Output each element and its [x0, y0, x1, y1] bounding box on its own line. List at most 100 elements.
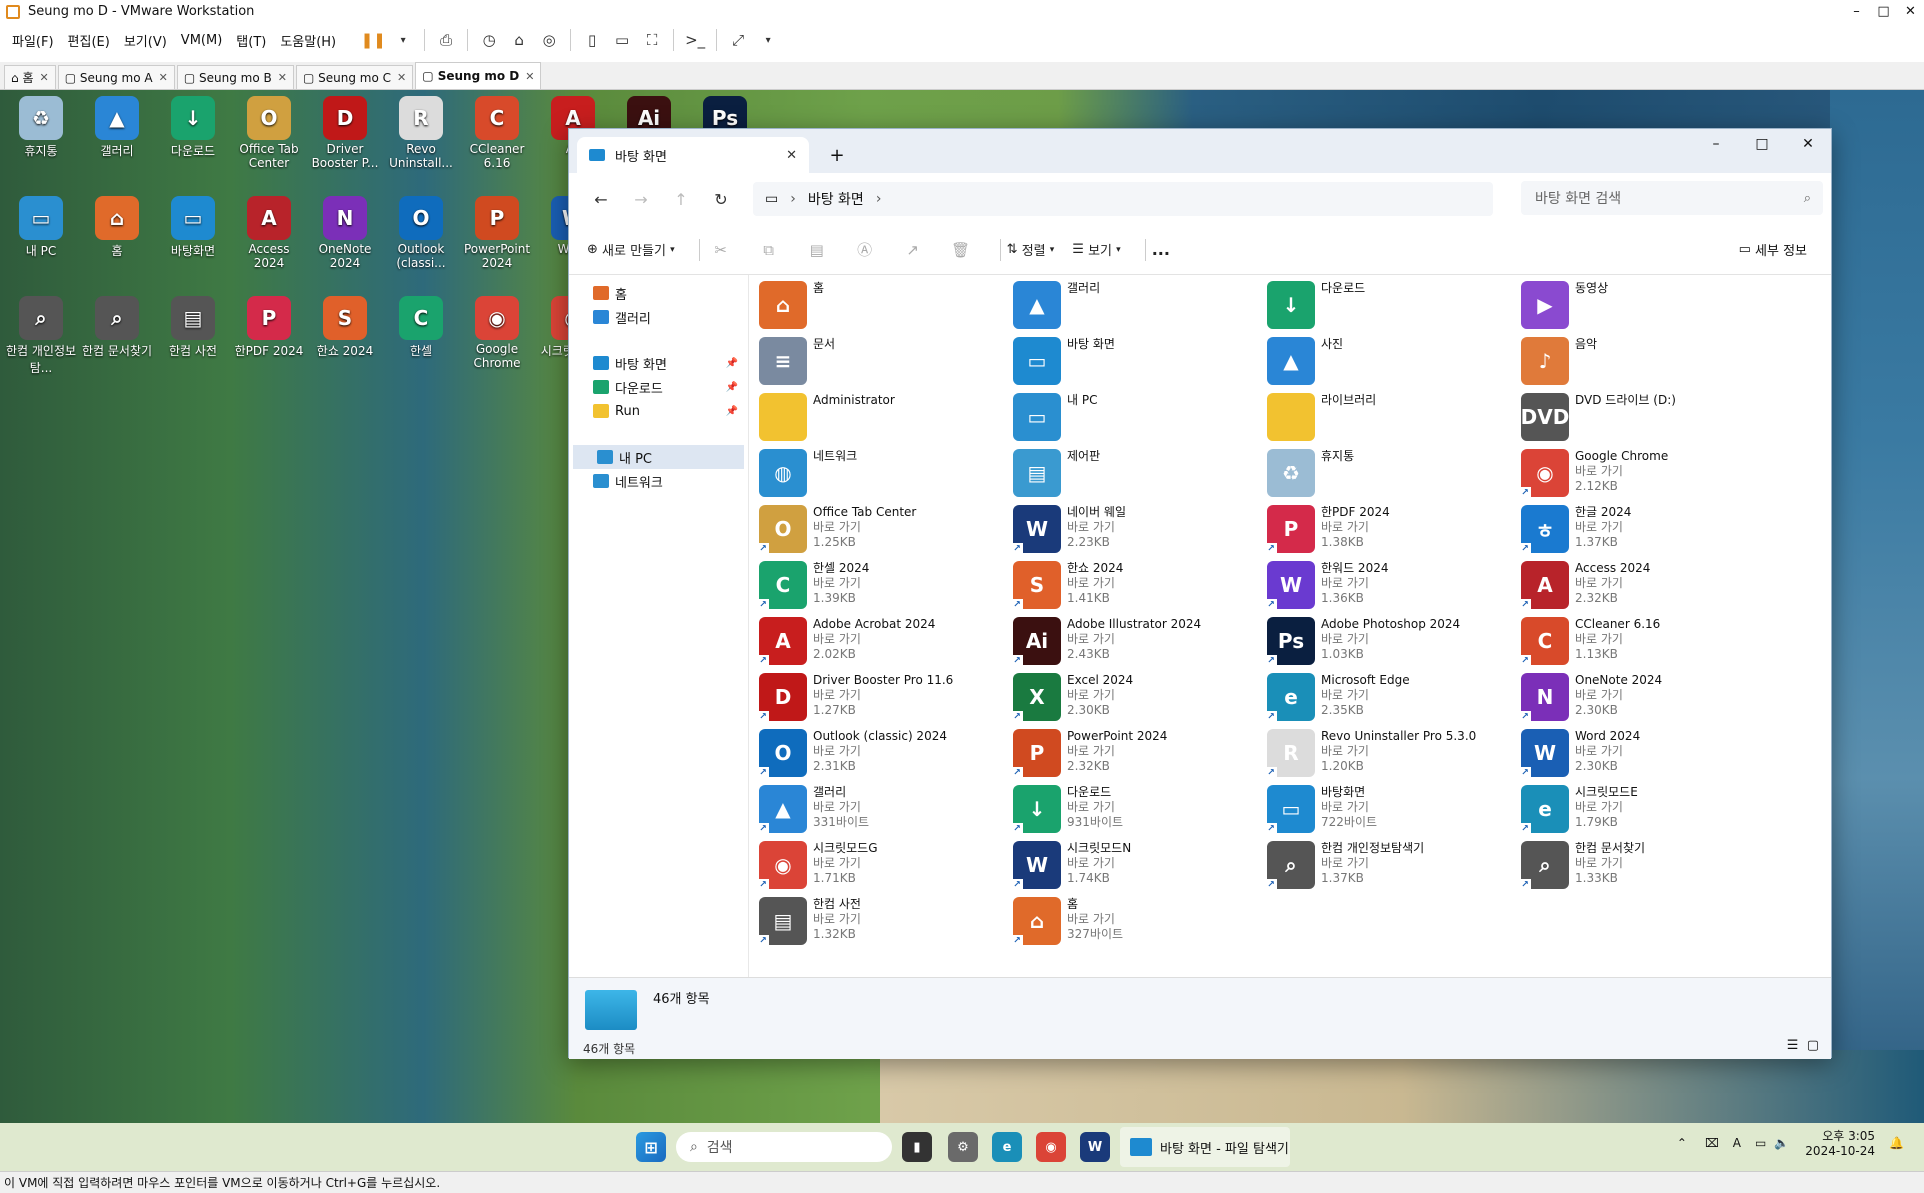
usb-icon[interactable]: ⌧ [1705, 1136, 1719, 1150]
close-icon[interactable]: ✕ [397, 71, 406, 84]
chevron-up-icon[interactable]: ⌃ [1677, 1136, 1687, 1150]
tab-seung-mo-b[interactable]: ▢ Seung mo B ✕ [176, 65, 294, 89]
file-item[interactable]: A ↗ Access 2024 바로 가기 2.32KB [1519, 561, 1771, 615]
desktop-icon[interactable]: ◉ Google Chrome [460, 296, 534, 370]
pause-icon[interactable]: ❚❚ [358, 27, 388, 53]
file-item[interactable]: ⌂ ↗ 홈 바로 가기 327바이트 [1011, 897, 1263, 951]
new-button[interactable]: ⊕ 새로 만들기 ▾ [587, 240, 675, 259]
desktop-icon[interactable]: ♻ 휴지통 [4, 96, 78, 159]
close-button[interactable]: ✕ [1897, 0, 1924, 23]
file-item[interactable]: ≡ 문서 [759, 337, 1009, 391]
settings-icon[interactable]: ⚙ [948, 1132, 978, 1162]
notification-bell-icon[interactable]: 🔔 [1889, 1136, 1904, 1150]
file-item[interactable]: ◉ ↗ Google Chrome 바로 가기 2.12KB [1519, 449, 1771, 503]
file-item[interactable]: ▤ ↗ 한컴 사전 바로 가기 1.32KB [757, 897, 1009, 951]
file-item[interactable]: N ↗ OneNote 2024 바로 가기 2.30KB [1519, 673, 1771, 727]
back-arrow-icon[interactable]: ← [581, 190, 621, 209]
edge-icon[interactable]: e [992, 1132, 1022, 1162]
desktop-icon[interactable]: ↓ 다운로드 [156, 96, 230, 159]
desktop-icon[interactable]: ▭ 내 PC [4, 196, 78, 259]
file-item[interactable]: W ↗ 시크릿모드N 바로 가기 1.74KB [1011, 841, 1263, 895]
nav-item[interactable]: 갤러리 [569, 305, 748, 329]
breadcrumb[interactable]: ▭ › 바탕 화면 › [753, 182, 1493, 216]
desktop-icon[interactable]: ⌕ 한컴 문서찾기 [80, 296, 154, 359]
file-item[interactable]: 라이브러리 [1267, 393, 1517, 447]
refresh-icon[interactable]: ↻ [701, 190, 741, 209]
file-item[interactable]: D ↗ Driver Booster Pro 11.6 바로 가기 1.27KB [757, 673, 1009, 727]
breadcrumb-item[interactable]: 바탕 화면 [808, 189, 864, 209]
up-arrow-icon[interactable]: ↑ [661, 190, 701, 209]
send-keys-icon[interactable]: ⎙ [431, 27, 461, 53]
network-icon[interactable]: ▭ [1755, 1136, 1766, 1150]
file-item[interactable]: C ↗ CCleaner 6.16 바로 가기 1.13KB [1519, 617, 1771, 671]
nav-item[interactable]: Run 📌 [569, 399, 748, 423]
stretch-guest-icon[interactable]: ⤢ [723, 27, 753, 53]
file-item[interactable]: W ↗ Word 2024 바로 가기 2.30KB [1519, 729, 1771, 783]
file-item[interactable]: P ↗ 한PDF 2024 바로 가기 1.38KB [1265, 505, 1517, 559]
rename-icon[interactable]: Ⓐ [850, 235, 880, 265]
file-item[interactable]: C ↗ 한셀 2024 바로 가기 1.39KB [757, 561, 1009, 615]
file-item[interactable]: Ps ↗ Adobe Photoshop 2024 바로 가기 1.03KB [1265, 617, 1517, 671]
taskbar-file-explorer[interactable]: 바탕 화면 - 파일 탐색기 [1120, 1127, 1290, 1167]
cut-icon[interactable]: ✂ [706, 235, 736, 265]
menu-file[interactable]: 파일(F) [12, 31, 54, 50]
file-item[interactable]: O ↗ Office Tab Center 바로 가기 1.25KB [757, 505, 1009, 559]
menu-edit[interactable]: 편집(E) [68, 31, 110, 50]
file-item[interactable]: Administrator [759, 393, 1009, 447]
minimize-button[interactable]: – [1693, 129, 1739, 159]
menu-view[interactable]: 보기(V) [124, 31, 167, 50]
chevron-down-icon[interactable]: ▾ [388, 27, 418, 53]
more-options-button[interactable]: ... [1152, 240, 1170, 259]
whale-icon[interactable]: W [1080, 1132, 1110, 1162]
details-button[interactable]: ▭ 세부 정보 [1739, 240, 1807, 259]
file-item[interactable]: ▲ ↗ 갤러리 바로 가기 331바이트 [757, 785, 1009, 839]
details-view-icon[interactable]: ☰ [1787, 1038, 1799, 1053]
desktop-icon[interactable]: P PowerPoint 2024 [460, 196, 534, 270]
file-item[interactable]: ⌕ ↗ 한컴 개인정보탐색기 바로 가기 1.37KB [1265, 841, 1517, 895]
nav-item[interactable]: 홈 [569, 281, 748, 305]
share-icon[interactable]: ↗ [898, 235, 928, 265]
console-view-icon[interactable]: >_ [680, 27, 710, 53]
desktop-icon[interactable]: ▲ 갤러리 [80, 96, 154, 159]
file-item[interactable]: ◉ ↗ 시크릿모드G 바로 가기 1.71KB [757, 841, 1009, 895]
file-item[interactable]: ♻ 휴지통 [1267, 449, 1517, 503]
task-view-icon[interactable]: ▮ [902, 1132, 932, 1162]
desktop-icon[interactable]: ⌕ 한컴 개인정보탐... [4, 296, 78, 376]
file-item[interactable]: ▭ 내 PC [1013, 393, 1263, 447]
file-item[interactable]: ▲ 갤러리 [1013, 281, 1263, 335]
forward-arrow-icon[interactable]: → [621, 190, 661, 209]
desktop-icon[interactable]: ⌂ 홈 [80, 196, 154, 259]
file-item[interactable]: ▲ 사진 [1267, 337, 1517, 391]
desktop-icon[interactable]: R Revo Uninstall... [384, 96, 458, 170]
menu-vm[interactable]: VM(M) [181, 33, 222, 48]
file-item[interactable]: ↓ 다운로드 [1267, 281, 1517, 335]
file-item[interactable]: ◍ 네트워크 [759, 449, 1009, 503]
file-item[interactable]: Ai ↗ Adobe Illustrator 2024 바로 가기 2.43KB [1011, 617, 1263, 671]
file-item[interactable]: ▭ 바탕 화면 [1013, 337, 1263, 391]
minimize-button[interactable]: – [1843, 0, 1870, 23]
nav-item[interactable]: 내 PC [573, 445, 744, 469]
desktop-icon[interactable]: S 한쇼 2024 [308, 296, 382, 359]
file-item[interactable]: X ↗ Excel 2024 바로 가기 2.30KB [1011, 673, 1263, 727]
start-icon[interactable]: ⊞ [636, 1132, 666, 1162]
view-button[interactable]: ☰ 보기 ▾ [1072, 240, 1120, 259]
desktop-icon[interactable]: ▤ 한컴 사전 [156, 296, 230, 359]
search-input[interactable]: 바탕 화면 검색 ⌕ [1521, 181, 1823, 215]
thumbnail-bar-icon[interactable]: ▭ [607, 27, 637, 53]
nav-item[interactable]: 바탕 화면 📌 [569, 351, 748, 375]
file-item[interactable]: ▶ 동영상 [1521, 281, 1771, 335]
file-item[interactable]: W ↗ 한워드 2024 바로 가기 1.36KB [1265, 561, 1517, 615]
menu-help[interactable]: 도움말(H) [280, 31, 336, 50]
explorer-tab[interactable]: 바탕 화면 ✕ [577, 137, 809, 173]
snapshot-icon[interactable]: ◷ [474, 27, 504, 53]
chevron-down-icon[interactable]: ▾ [753, 27, 783, 53]
sidebar-toggle-icon[interactable]: ▯ [577, 27, 607, 53]
fullscreen-icon[interactable]: ⛶ [637, 27, 667, 53]
sort-button[interactable]: ⇅ 정렬 ▾ [1007, 240, 1055, 259]
nav-item[interactable]: 네트워크 [569, 469, 748, 493]
copy-icon[interactable]: ⧉ [754, 235, 784, 265]
volume-icon[interactable]: 🔈 [1774, 1136, 1789, 1150]
delete-icon[interactable]: 🗑 [946, 235, 976, 265]
tab-home[interactable]: ⌂ 홈 ✕ [4, 65, 56, 89]
file-item[interactable]: S ↗ 한쇼 2024 바로 가기 1.41KB [1011, 561, 1263, 615]
